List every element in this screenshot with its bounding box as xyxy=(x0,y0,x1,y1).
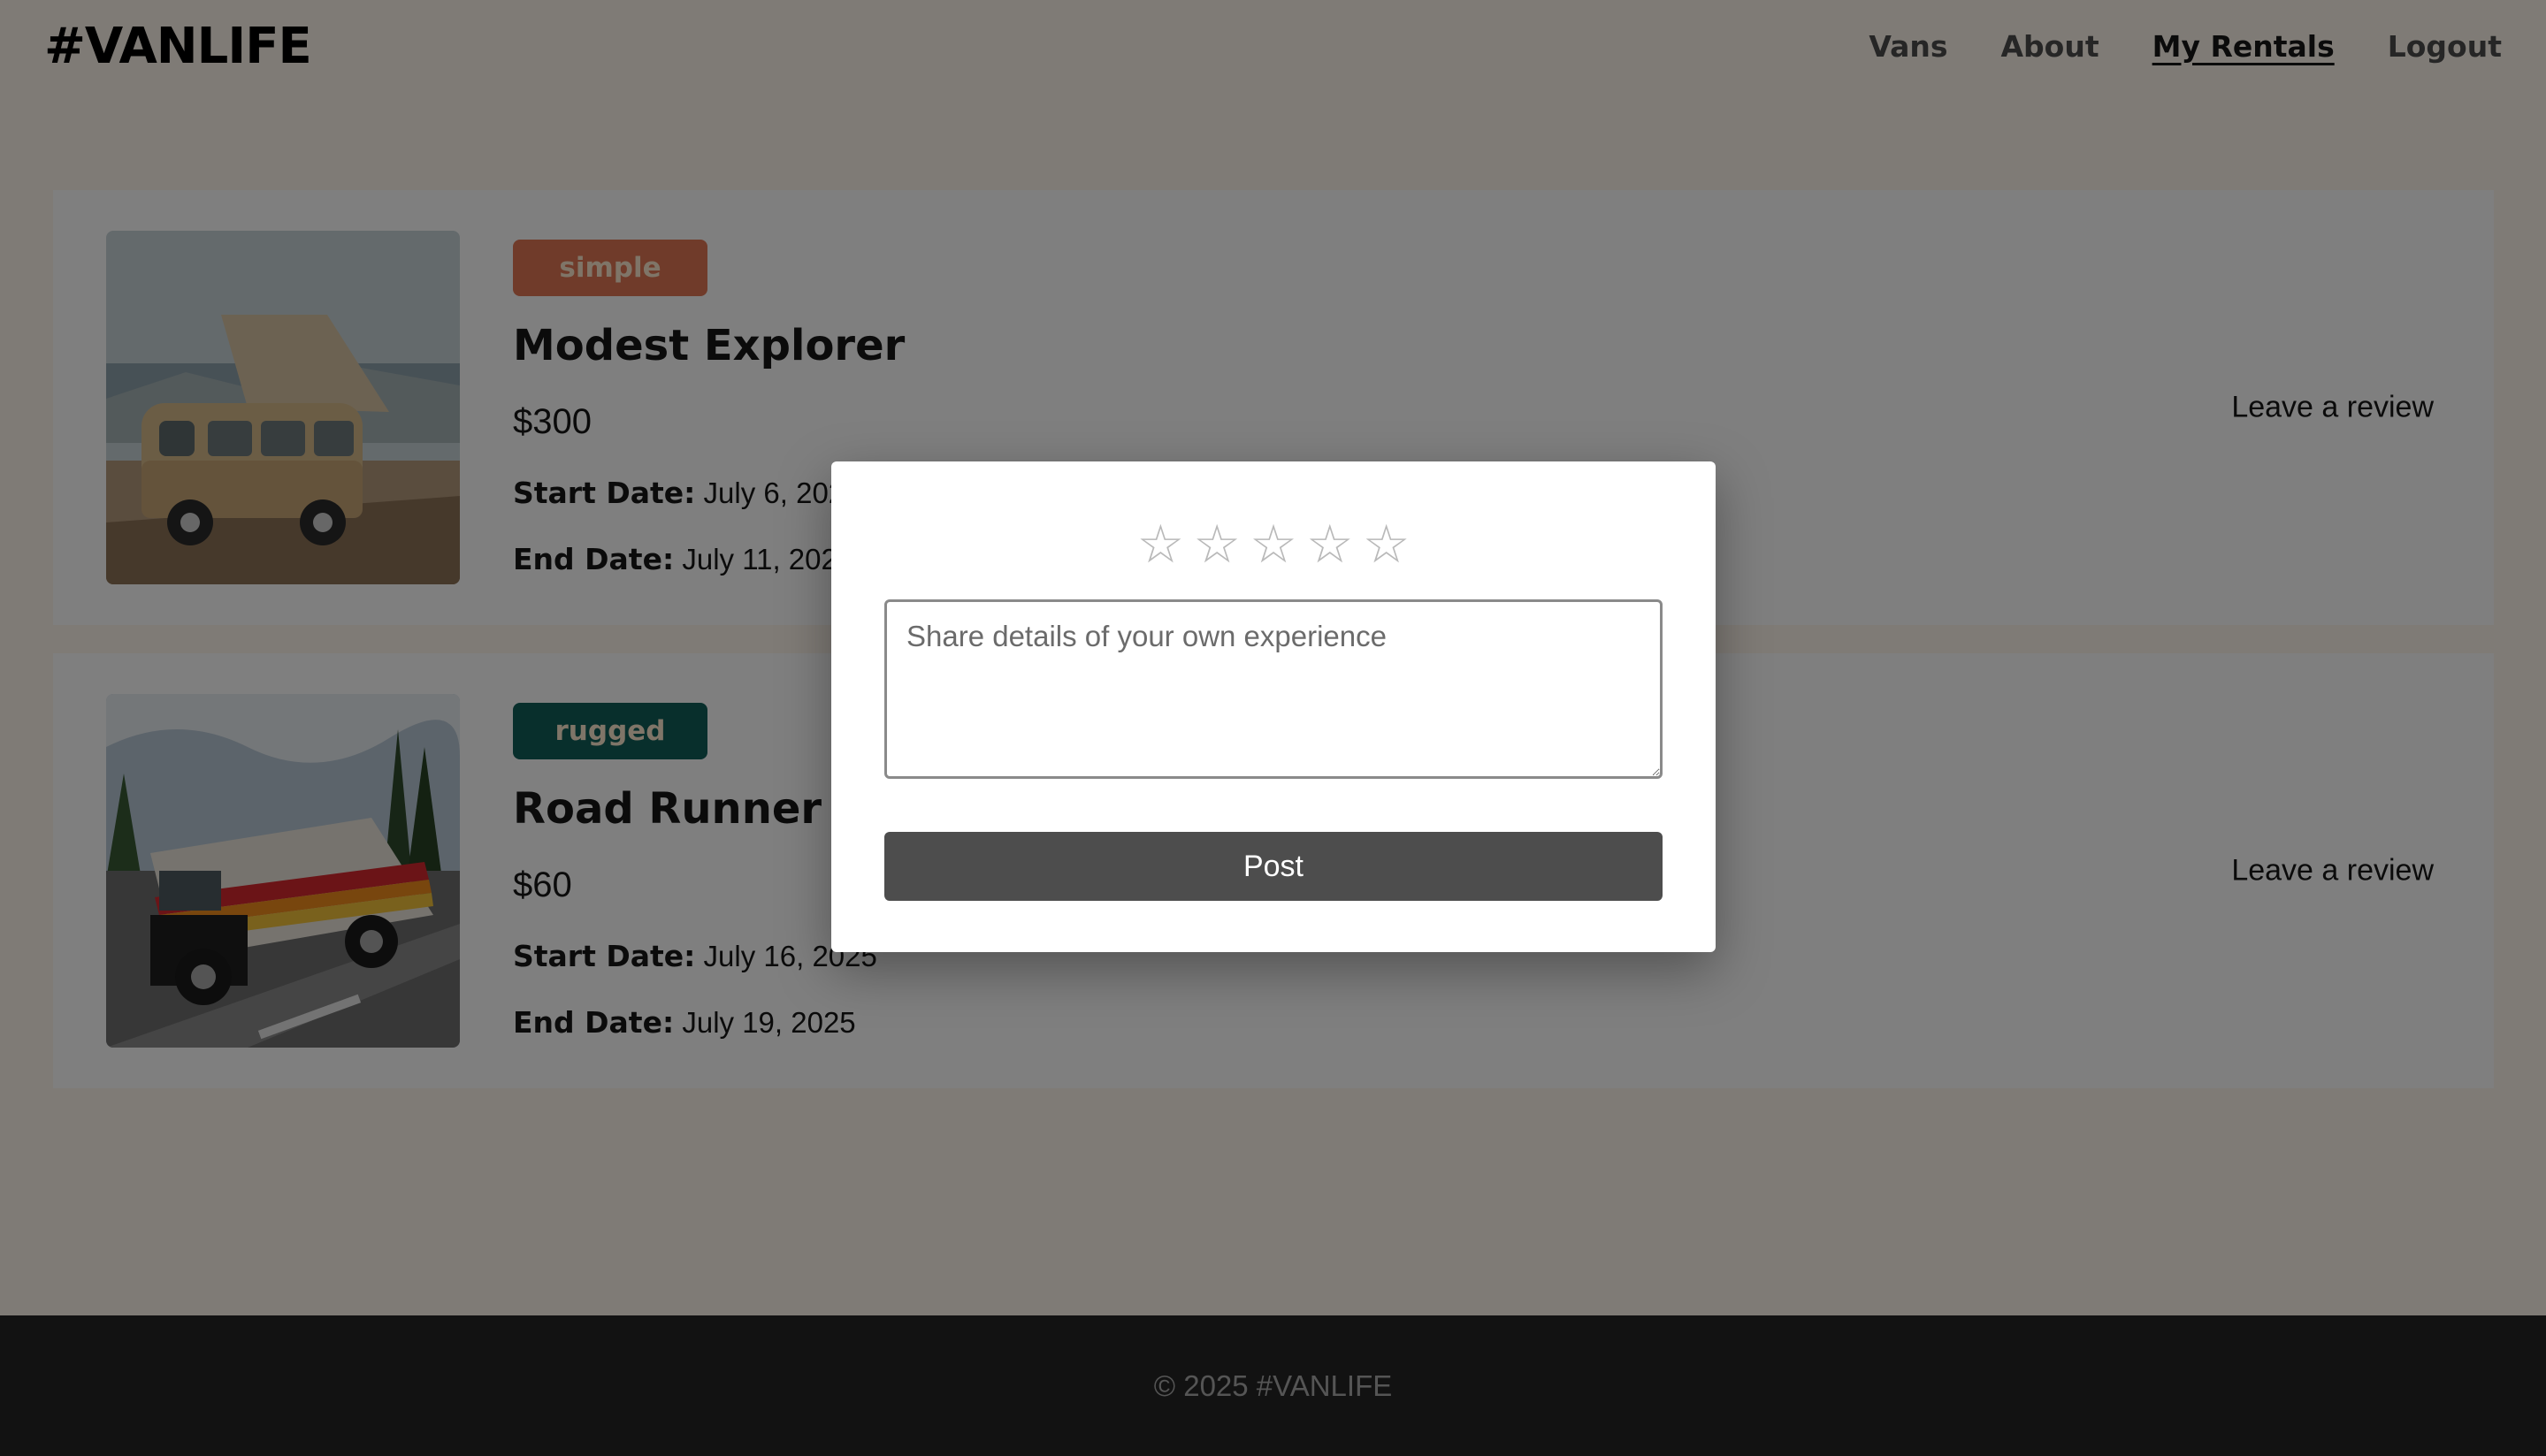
star-rating: ☆ ☆ ☆ ☆ ☆ xyxy=(884,518,1663,571)
star-icon-5[interactable]: ☆ xyxy=(1363,518,1411,571)
review-textarea[interactable] xyxy=(884,599,1663,779)
star-icon-1[interactable]: ☆ xyxy=(1137,518,1185,571)
page: #VANLIFE Vans About My Rentals Logout xyxy=(0,0,2546,1456)
star-icon-2[interactable]: ☆ xyxy=(1193,518,1241,571)
post-button[interactable]: Post xyxy=(884,832,1663,901)
star-icon-4[interactable]: ☆ xyxy=(1306,518,1354,571)
star-icon-3[interactable]: ☆ xyxy=(1250,518,1297,571)
review-modal: ☆ ☆ ☆ ☆ ☆ Post xyxy=(831,461,1716,952)
